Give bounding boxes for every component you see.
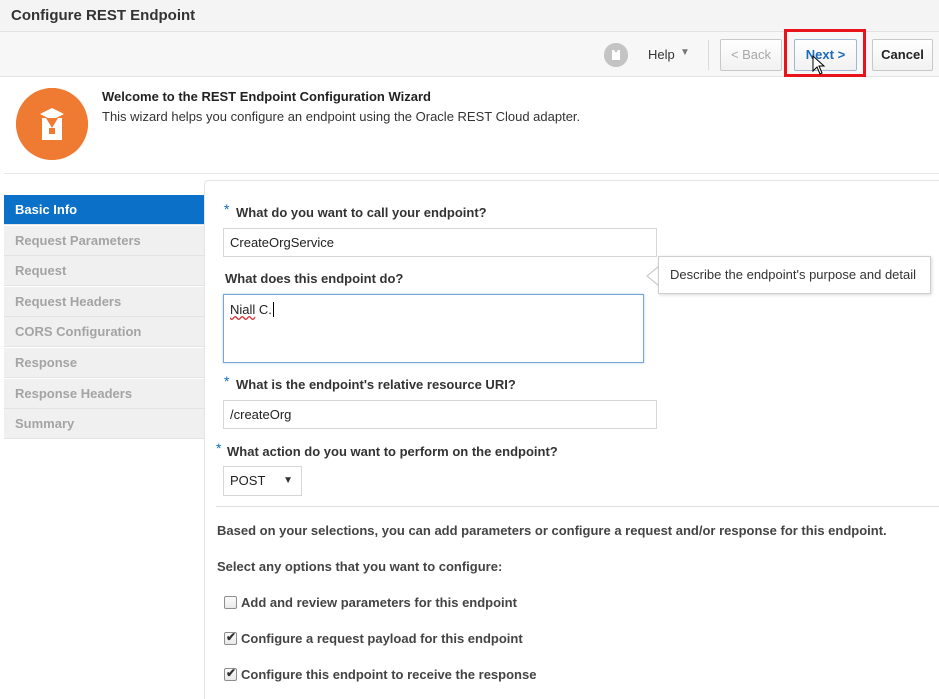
help-menu[interactable]: Help [648,47,675,62]
sidebar-item-response-headers[interactable]: Response Headers [4,378,204,409]
wizard-icon [16,88,88,160]
toolbar-divider [708,40,709,70]
sidebar-item-response[interactable]: Response [4,347,204,378]
resource-uri-label: What is the endpoint's relative resource… [236,377,516,392]
section-divider [216,506,939,507]
required-marker: * [224,201,230,217]
description-tooltip: Describe the endpoint's purpose and deta… [658,256,931,294]
welcome-subtitle: This wizard helps you configure an endpo… [102,109,581,124]
description-text-word: Niall [230,302,256,317]
sidebar-item-request[interactable]: Request [4,256,204,287]
required-marker: * [216,440,222,456]
receive-response-checkbox[interactable]: ✔ [224,666,237,681]
options-heading: Select any options that you want to conf… [217,559,503,574]
sidebar-item-cors-configuration[interactable]: CORS Configuration [4,317,204,348]
endpoint-description-textarea[interactable]: Niall C.​ [223,294,644,363]
title-bar: Configure REST Endpoint [0,0,939,32]
chevron-down-icon[interactable]: ▼ [680,47,690,58]
dropdown-caret-icon: ▼ [283,475,293,486]
text-caret: ​ [272,302,274,317]
user-avatar-icon[interactable] [604,43,628,67]
option-label[interactable]: Configure this endpoint to receive the r… [241,667,536,682]
action-label: What action do you want to perform on th… [227,444,558,459]
selection-info-text: Based on your selections, you can add pa… [217,523,887,538]
page-title: Configure REST Endpoint [11,7,196,24]
add-parameters-checkbox[interactable] [224,596,237,609]
sidebar-item-request-parameters[interactable]: Request Parameters [4,225,204,256]
cancel-button[interactable]: Cancel [872,39,933,71]
endpoint-description-label: What does this endpoint do? [225,271,404,286]
required-marker: * [224,373,230,389]
back-button[interactable]: < Back [720,39,782,71]
endpoint-name-input[interactable]: CreateOrgService [223,228,657,257]
welcome-title: Welcome to the REST Endpoint Configurati… [102,89,431,104]
sidebar-item-request-headers[interactable]: Request Headers [4,286,204,317]
request-payload-checkbox[interactable]: ✔ [224,630,237,645]
sidebar-item-basic-info[interactable]: Basic Info [4,195,204,225]
welcome-banner: Welcome to the REST Endpoint Configurati… [4,78,939,174]
resource-uri-input[interactable]: /createOrg [223,400,657,429]
http-action-select[interactable]: POST ▼ [223,466,302,496]
option-label[interactable]: Add and review parameters for this endpo… [241,595,517,610]
endpoint-name-label: What do you want to call your endpoint? [236,205,487,220]
option-label[interactable]: Configure a request payload for this end… [241,631,523,646]
mouse-cursor-icon [812,54,826,78]
wizard-steps-sidebar: Basic Info Request Parameters Request Re… [4,195,204,440]
http-action-value: POST [230,473,266,488]
checkmark-icon: ✔ [226,666,237,680]
checkmark-icon: ✔ [226,630,237,644]
description-text-rest: C. [255,302,272,317]
sidebar-item-summary[interactable]: Summary [4,409,204,440]
